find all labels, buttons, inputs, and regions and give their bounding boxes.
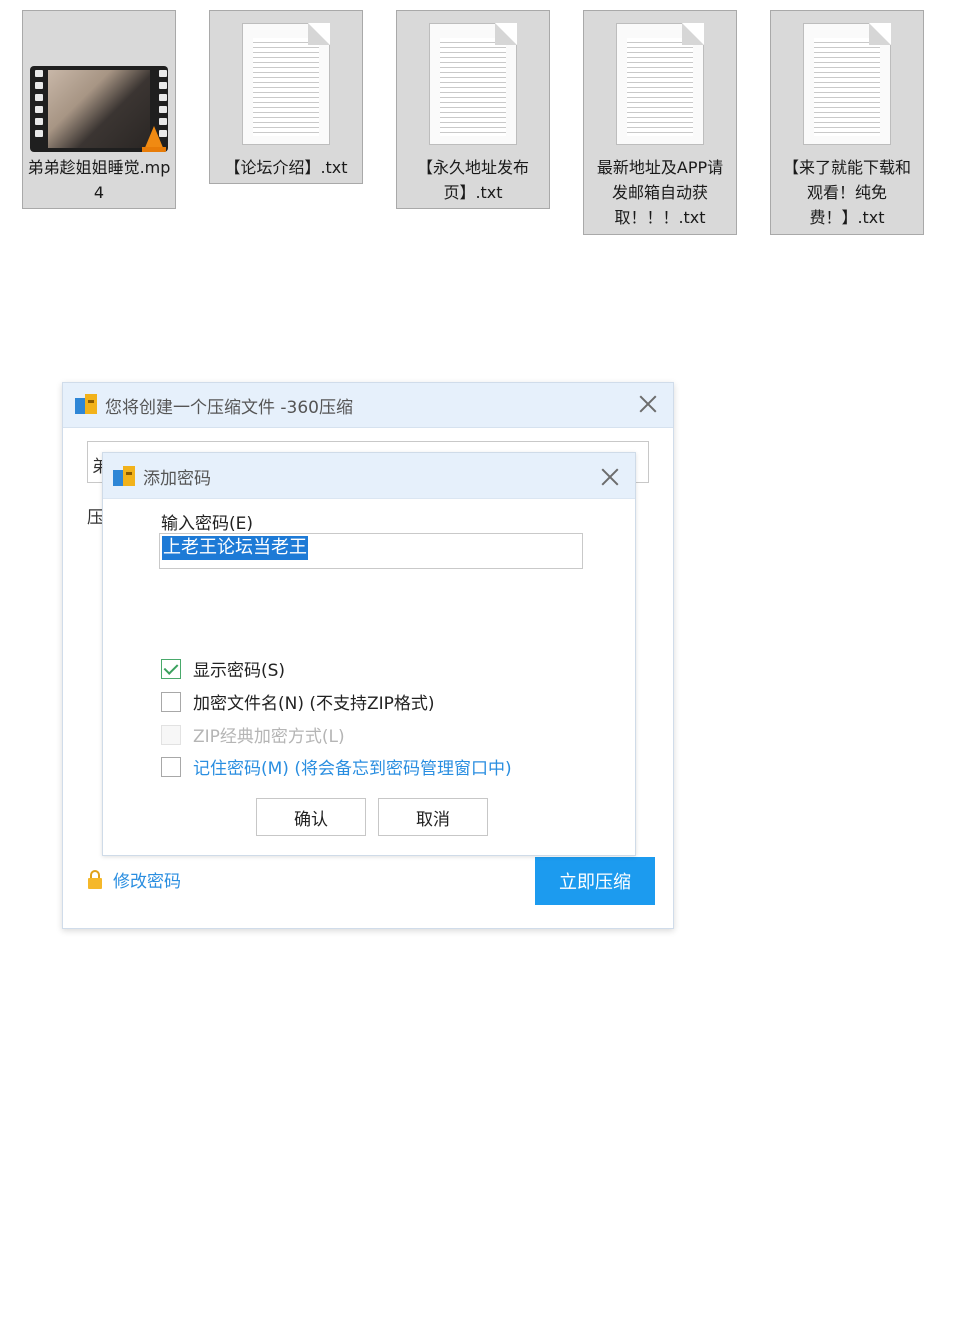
file-name: 【永久地址发布页】.txt [416,158,529,202]
close-icon[interactable] [599,466,621,488]
remember-password-label: 记住密码(M) (将会备忘到密码管理窗口中) [193,759,512,779]
add-password-title: 添加密码 [143,469,211,489]
desktop-view: 弟弟趁姐姐睡觉.mp4 【论坛介绍】.txt 【永久地址发布页】.txt 最新地… [0,0,960,1323]
remember-password-checkbox[interactable] [161,756,181,777]
lock-icon [88,870,102,889]
zip-classic-encryption-option: ZIP经典加密方式(L) [161,722,345,747]
confirm-button[interactable]: 确认 [256,798,366,836]
cancel-button[interactable]: 取消 [378,798,488,836]
file-tile-free-download[interactable]: 【来了就能下载和观看！纯免费！】.txt [770,10,924,235]
file-name: 【论坛介绍】.txt [224,158,348,177]
compress-now-button[interactable]: 立即压缩 [535,857,655,905]
file-name: 【来了就能下载和观看！纯免费！】.txt [783,158,912,227]
zip-classic-encryption-label: ZIP经典加密方式(L) [193,727,345,747]
text-file-icon [616,23,704,145]
show-password-option[interactable]: 显示密码(S) [161,656,285,681]
file-tile-video[interactable]: 弟弟趁姐姐睡觉.mp4 [22,10,176,209]
compress-dialog-title: 您将创建一个压缩文件 -360压缩 [105,398,353,418]
remember-password-option[interactable]: 记住密码(M) (将会备忘到密码管理窗口中) [161,754,512,779]
encrypt-filenames-option[interactable]: 加密文件名(N) (不支持ZIP格式) [161,689,435,714]
file-name: 弟弟趁姐姐睡觉.mp4 [27,158,171,202]
file-tile-latest-address[interactable]: 最新地址及APP请发邮箱自动获取！！！.txt [583,10,737,235]
add-password-titlebar: 添加密码 [103,453,635,499]
change-password-link[interactable]: 修改密码 [87,867,181,892]
close-icon[interactable] [637,393,659,415]
password-input[interactable]: 上老王论坛当老王 [159,533,583,569]
file-name: 最新地址及APP请发邮箱自动获取！！！.txt [596,158,724,227]
text-file-icon [803,23,891,145]
password-input-label: 输入密码(E) [161,514,254,534]
add-password-dialog: 添加密码 输入密码(E) 上老王论坛当老王 显示密码(S) 加密文件名(N) (… [102,452,636,856]
video-file-icon [30,66,168,152]
file-tile-forum-intro[interactable]: 【论坛介绍】.txt [209,10,363,184]
encrypt-filenames-checkbox[interactable] [161,691,181,712]
show-password-checkbox[interactable] [161,658,181,679]
show-password-label: 显示密码(S) [193,661,286,681]
change-password-label: 修改密码 [113,872,181,892]
archive-app-icon [113,466,135,486]
archive-app-icon [75,394,97,414]
encrypt-filenames-label: 加密文件名(N) (不支持ZIP格式) [193,694,435,714]
text-file-icon [429,23,517,145]
file-tile-permanent-address[interactable]: 【永久地址发布页】.txt [396,10,550,209]
zip-classic-encryption-checkbox [161,724,181,745]
compress-dialog-titlebar: 您将创建一个压缩文件 -360压缩 [63,383,673,428]
text-file-icon [242,23,330,145]
password-value: 上老王论坛当老王 [162,536,308,560]
